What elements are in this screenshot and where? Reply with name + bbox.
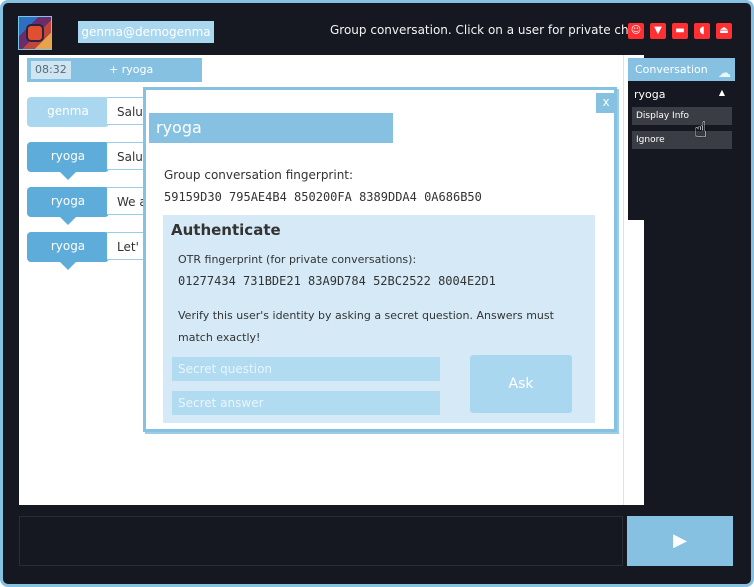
authenticate-section: Authenticate OTR fingerprint (for privat… [163,215,595,423]
menu-item-display-info[interactable]: Display Info [632,107,732,125]
message-input[interactable] [19,516,623,566]
message-nick[interactable]: ryoga [27,142,109,180]
caret-up-icon: ▲ [718,88,725,97]
message-nick[interactable]: genma [27,97,109,127]
message-nick[interactable]: ryoga [27,187,109,225]
sidebar-header: Conversation ☁ [628,58,735,81]
channel-prefix: + [109,63,119,76]
user-info-dialog: x ryoga Group conversation fingerprint: … [143,87,617,432]
otr-fingerprint-label: OTR fingerprint (for private conversatio… [178,253,417,266]
close-button[interactable]: x [596,93,616,113]
chat-icon[interactable]: ▬ [672,23,688,39]
channel-name: ryoga [121,63,154,76]
secret-question-input[interactable] [172,357,440,381]
menu-item-ignore[interactable]: Ignore [632,131,732,149]
channel-label[interactable]: + ryoga [109,63,153,76]
group-fingerprint-value: 59159D30 795AE4B4 850200FA 8389DDA4 0A68… [164,190,482,204]
message-nick[interactable]: ryoga [27,232,109,270]
header-hint-text: Group conversation. Click on a user for … [330,23,645,37]
send-button[interactable]: ▶ [627,516,733,566]
filter-icon[interactable]: ▼ [650,23,666,39]
smiley-icon[interactable]: ☺ [628,23,644,39]
group-fingerprint-label: Group conversation fingerprint: [164,168,354,182]
dialog-title: ryoga [149,113,393,143]
cloud-icon: ☁ [718,66,731,81]
secret-answer-input[interactable] [172,391,440,415]
sidebar-title: Conversation [635,63,708,76]
authenticate-heading: Authenticate [171,221,281,239]
conversation-sidebar: Conversation ☁ ryoga ▲ Display Info Igno… [628,58,735,220]
user-nickname-pill[interactable]: genma@demogenma [78,21,214,43]
eject-icon[interactable]: ⏏ [716,23,732,39]
header-icon-bar: ☺ ▼ ▬ ◖ ⏏ [628,23,732,39]
message-time: 08:32 [31,61,71,79]
verify-instructions: Verify this user's identity by asking a … [178,309,554,344]
sound-icon[interactable]: ◖ [694,23,710,39]
user-avatar[interactable] [18,16,52,50]
hand-pointer-icon: ☝ [694,118,708,143]
sidebar-user[interactable]: ryoga [634,88,666,101]
conversation-topbar: 08:32 + ryoga [27,58,202,82]
otr-fingerprint-value: 01277434 731BDE21 83A9D784 52BC2522 8004… [178,274,496,288]
ask-button[interactable]: Ask [470,355,572,413]
